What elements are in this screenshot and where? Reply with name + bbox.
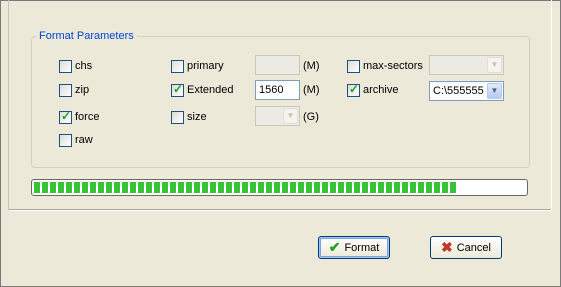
progress-bar [31,179,528,196]
chevron-down-icon[interactable]: ▼ [283,108,298,124]
primary-size-input[interactable] [255,55,300,75]
primary-label: primary [187,60,224,72]
primary-unit: (M) [303,60,320,72]
size-label: size [187,111,207,123]
max-sectors-select[interactable]: ▼ [429,55,504,75]
archive-checkbox[interactable]: ✓ [347,82,360,97]
group-title: Format Parameters [36,30,137,42]
force-label: force [75,111,100,123]
force-checkbox[interactable]: ✓ [59,109,72,124]
check-icon: ✓ [349,82,360,96]
x-icon: ✖ [441,239,453,255]
extended-label: Extended [187,84,234,96]
raw-checkbox[interactable] [59,134,72,147]
archive-label: archive [363,84,399,96]
progress-bar-fill [34,182,457,193]
checkmark-icon: ✔ [328,239,341,255]
max-sectors-checkbox[interactable] [347,60,360,73]
zip-checkbox[interactable] [59,84,72,97]
extended-size-input[interactable]: 1560 [255,80,300,100]
format-button[interactable]: ✔ Format [318,236,390,259]
max-sectors-label: max-sectors [363,60,423,72]
size-unit: (G) [303,111,319,123]
archive-select-value: C:\555555 [433,85,484,97]
raw-label: raw [75,134,93,146]
zip-label: zip [75,84,90,96]
primary-checkbox[interactable] [171,60,184,73]
format-button-label: Format [344,241,380,254]
chevron-down-icon[interactable]: ▼ [487,57,502,73]
size-select[interactable]: ▼ [255,106,300,126]
extended-unit: (M) [303,84,320,96]
check-icon: ✓ [61,109,72,123]
size-checkbox[interactable] [171,111,184,124]
chs-checkbox[interactable] [59,60,72,73]
chs-label: chs [75,60,93,72]
cancel-button[interactable]: ✖ Cancel [430,236,502,259]
cancel-button-label: Cancel [456,241,491,254]
archive-select[interactable]: C:\555555 ▼ [429,81,504,101]
check-icon: ✓ [173,82,184,96]
extended-checkbox[interactable]: ✓ [171,82,184,97]
chevron-down-icon[interactable]: ▼ [487,83,502,99]
